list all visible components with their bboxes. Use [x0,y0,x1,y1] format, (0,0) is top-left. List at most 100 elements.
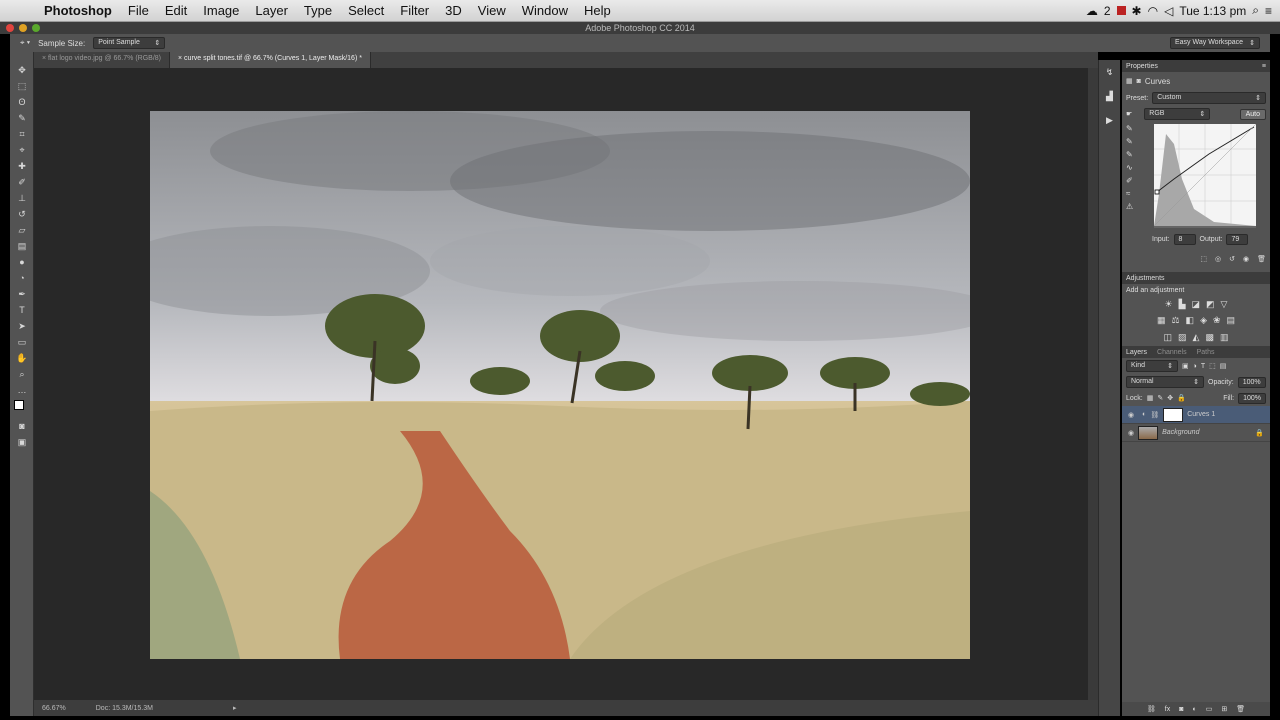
lock-all-icon[interactable]: 🔒 [1177,394,1186,402]
filter-smart-icon[interactable]: ▤ [1220,362,1227,370]
workspace-select[interactable]: Easy Way Workspace ⇕ [1170,37,1260,49]
adjustments-panel-header[interactable]: Adjustments [1122,272,1270,284]
adjustment-icon[interactable]: ▦ [1126,77,1133,85]
zoom-level[interactable]: 66.67% [42,705,66,712]
history-brush-tool-icon[interactable]: ↺ [10,206,34,222]
spotlight-icon[interactable]: ⌕ [1252,3,1259,18]
clip-to-layer-icon[interactable]: ⬚ [1200,255,1207,263]
pencil-icon[interactable]: ✐ [1126,176,1144,185]
view-previous-icon[interactable]: ◎ [1215,255,1221,263]
menu-image[interactable]: Image [195,3,247,18]
document-size[interactable]: Doc: 15.3M/15.3M [96,705,153,712]
levels-icon[interactable]: ▙ [1179,299,1186,310]
screen-mode-icon[interactable]: ▣ [10,434,34,450]
menu-edit[interactable]: Edit [157,3,195,18]
layer-thumbnail[interactable] [1138,425,1159,440]
wifi-icon[interactable]: ◠ [1148,4,1158,18]
black-white-icon[interactable]: ◧ [1186,315,1195,326]
lock-pixels-icon[interactable]: ✎ [1157,394,1163,402]
brightness-icon[interactable]: ☀ [1165,299,1173,310]
menu-type[interactable]: Type [296,3,340,18]
properties-panel-header[interactable]: Properties ≡ [1122,60,1270,72]
new-layer-icon[interactable]: ⊞ [1221,705,1227,713]
menu-3d[interactable]: 3D [437,3,470,18]
smooth-icon[interactable]: ≈ [1126,189,1144,198]
tab-flat-logo-video[interactable]: × flat logo video.jpg @ 66.7% (RGB/8) [34,52,170,68]
tab-curve-split-tones[interactable]: × curve split tones.tif @ 66.7% (Curves … [170,52,371,68]
bluetooth-icon[interactable]: ✱ [1132,4,1142,18]
properties-tab[interactable]: Properties [1126,63,1158,70]
screen-icon[interactable] [1116,6,1126,15]
notification-center-icon[interactable]: ≡ [1265,4,1272,18]
visibility-eye-icon[interactable]: ◉ [1128,429,1134,437]
channel-mixer-icon[interactable]: ❀ [1213,315,1221,326]
menu-file[interactable]: File [120,3,157,18]
menu-window[interactable]: Window [514,3,576,18]
layer-row-curves[interactable]: ◉ ◐ ⛓ Curves 1 [1122,406,1270,424]
history-panel-icon[interactable]: ↯ [1099,60,1120,84]
hand-tool-icon[interactable]: ✋ [10,350,34,366]
creative-cloud-icon[interactable]: ☁ [1086,4,1098,18]
menu-select[interactable]: Select [340,3,392,18]
minimize-window-button[interactable] [19,24,27,32]
input-field[interactable]: 8 [1173,233,1196,245]
menu-app[interactable]: Photoshop [36,3,120,18]
actions-panel-icon[interactable]: ▶ [1099,108,1120,132]
white-point-eyedropper-icon[interactable]: ✎ [1126,150,1144,159]
exposure-icon[interactable]: ◩ [1206,299,1215,310]
delete-layer-icon[interactable]: 🗑 [1236,705,1245,713]
output-field[interactable]: 79 [1226,233,1249,245]
selective-color-icon[interactable]: ▩ [1205,332,1214,343]
move-tool-icon[interactable]: ✥ [10,62,34,78]
visibility-icon[interactable]: ◉ [1243,255,1249,263]
blur-tool-icon[interactable]: ● [10,254,34,270]
zoom-window-button[interactable] [32,24,40,32]
reset-icon[interactable]: ↺ [1229,255,1235,263]
close-window-button[interactable] [6,24,14,32]
gradient-map-icon[interactable]: ▥ [1220,332,1229,343]
hue-saturation-icon[interactable]: ▦ [1157,315,1166,326]
filter-pixel-icon[interactable]: ▣ [1182,362,1189,370]
status-menu-arrow-icon[interactable]: ▸ [233,704,237,712]
color-balance-icon[interactable]: ⚖ [1171,315,1179,326]
volume-icon[interactable]: ◁ [1164,4,1173,18]
preset-select[interactable]: Custom ⇕ [1152,92,1266,104]
link-layers-icon[interactable]: ⛓ [1147,705,1156,713]
menu-help[interactable]: Help [576,3,619,18]
channel-select[interactable]: RGB ⇕ [1144,108,1211,120]
sample-size-select[interactable]: Point Sample ⇕ [93,37,166,49]
filter-type-icon[interactable]: T [1201,363,1205,370]
gray-point-eyedropper-icon[interactable]: ✎ [1126,137,1144,146]
on-image-adjust-icon[interactable]: ☛ [1126,110,1132,118]
auto-button[interactable]: Auto [1239,108,1266,120]
menu-view[interactable]: View [470,3,514,18]
curves-icon[interactable]: ◪ [1192,299,1201,310]
crop-tool-icon[interactable]: ⌗ [10,126,34,142]
layer-name[interactable]: Curves 1 [1187,411,1215,418]
path-select-tool-icon[interactable]: ➤ [10,318,34,334]
link-icon[interactable]: ⛓ [1150,411,1159,419]
blend-mode-select[interactable]: Normal ⇕ [1126,376,1204,388]
foreground-color-swatch[interactable] [14,400,24,410]
add-mask-icon[interactable]: ◙ [1179,706,1183,713]
gradient-tool-icon[interactable]: ▤ [10,238,34,254]
brush-tool-icon[interactable]: ✐ [10,174,34,190]
panel-menu-icon[interactable]: ≡ [1262,63,1266,70]
delete-icon[interactable]: 🗑 [1257,255,1266,263]
tab-channels[interactable]: Channels [1157,349,1187,356]
notification-badge[interactable]: 2 [1104,4,1111,18]
clipping-icon[interactable]: ⚠ [1126,202,1144,211]
toolbar-grip[interactable] [10,52,33,62]
marquee-tool-icon[interactable]: ⬚ [10,78,34,94]
healing-brush-tool-icon[interactable]: ✚ [10,158,34,174]
filter-shape-icon[interactable]: ⬚ [1209,362,1216,370]
clock[interactable]: Tue 1:13 pm [1179,4,1246,18]
zoom-tool-icon[interactable]: ⌕ [10,366,34,382]
color-swatches-icon[interactable] [10,398,34,418]
fx-icon[interactable]: fx [1165,706,1170,713]
layer-row-background[interactable]: ◉ Background 🔒 [1122,424,1270,442]
shape-tool-icon[interactable]: ▭ [10,334,34,350]
histogram-panel-icon[interactable]: ▟ [1099,84,1120,108]
fill-field[interactable]: 100% [1238,392,1266,404]
threshold-icon[interactable]: ◭ [1193,332,1200,343]
